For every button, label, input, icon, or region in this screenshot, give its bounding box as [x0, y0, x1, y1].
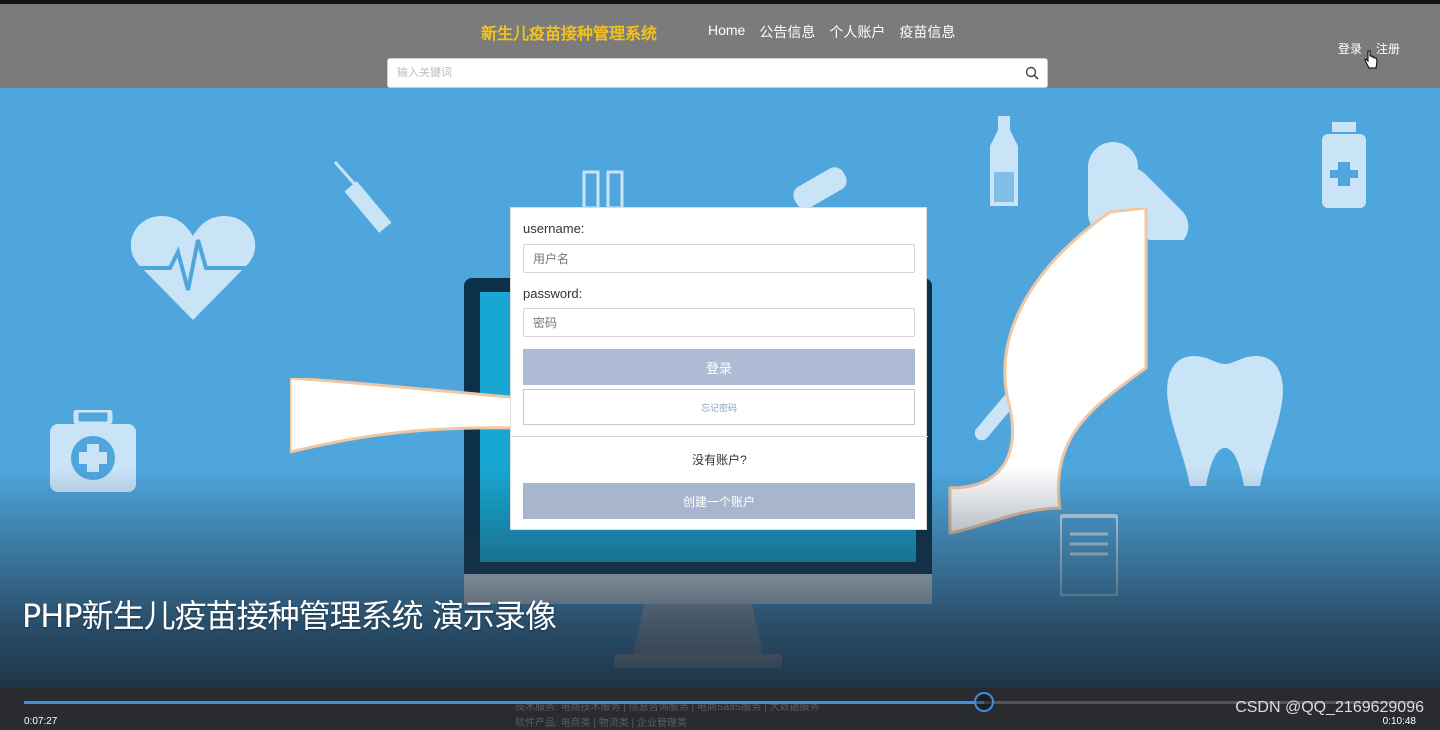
create-account-button[interactable]: 创建一个账户 — [523, 483, 915, 519]
hand-cursor-icon — [1364, 50, 1378, 69]
main-nav: Home 公告信息 个人账户 疫苗信息 — [708, 22, 955, 42]
test-tubes-icon — [582, 170, 624, 208]
login-card: username: password: 登录 忘记密码 没有账户? 创建一个账户 — [510, 207, 928, 530]
username-label: username: — [523, 221, 585, 236]
medicine-bottle-icon — [1322, 122, 1366, 208]
search-icon[interactable] — [1025, 66, 1039, 80]
csdn-watermark: CSDN @QQ_2169629096 — [1235, 699, 1424, 716]
progress-fill — [24, 701, 984, 704]
forgot-password-button[interactable]: 忘记密码 — [523, 389, 915, 425]
password-label: password: — [523, 286, 583, 301]
nav-announcements[interactable]: 公告信息 — [759, 22, 815, 42]
card-divider — [511, 436, 928, 437]
progress-handle[interactable] — [974, 692, 994, 712]
nav-vaccine-info[interactable]: 疫苗信息 — [899, 22, 955, 42]
page-footer: 技术服务: 电商技术服务 | 信息咨询服务 | 电商SaaS服务 | 大数据服务… — [515, 700, 819, 730]
nav-home[interactable]: Home — [708, 22, 745, 42]
search-bar — [387, 58, 1048, 88]
no-account-text: 没有账户? — [692, 453, 747, 467]
bandage-icon — [793, 167, 847, 208]
video-player-bar: 技术服务: 电商技术服务 | 信息咨询服务 | 电商SaaS服务 | 大数据服务… — [0, 688, 1440, 730]
site-brand[interactable]: 新生儿疫苗接种管理系统 — [481, 20, 657, 44]
nav-account[interactable]: 个人账户 — [829, 22, 885, 42]
password-input[interactable] — [523, 308, 915, 337]
login-button[interactable]: 登录 — [523, 349, 915, 385]
syringe-icon — [333, 161, 392, 233]
video-title: PHP新生儿疫苗接种管理系统 演示录像 — [22, 597, 557, 635]
search-input[interactable] — [388, 59, 1008, 87]
top-header: 新生儿疫苗接种管理系统 Home 公告信息 个人账户 疫苗信息 登录 注册 — [0, 0, 1440, 88]
login-link[interactable]: 登录 — [1338, 40, 1362, 57]
heart-rate-icon — [130, 216, 256, 320]
water-bottle-icon — [990, 116, 1018, 206]
ribbon-decoration — [290, 378, 520, 454]
footer-products: 软件产品: 电商类 | 物流类 | 企业管理类 — [515, 718, 687, 729]
current-time: 0:07:27 — [24, 716, 58, 727]
register-link[interactable]: 注册 — [1376, 40, 1400, 57]
total-time: 0:10:48 — [1382, 716, 1416, 727]
username-input[interactable] — [523, 244, 915, 273]
app-frame: 新生儿疫苗接种管理系统 Home 公告信息 个人账户 疫苗信息 登录 注册 输入… — [0, 0, 1440, 730]
progress-track[interactable] — [24, 692, 1416, 712]
